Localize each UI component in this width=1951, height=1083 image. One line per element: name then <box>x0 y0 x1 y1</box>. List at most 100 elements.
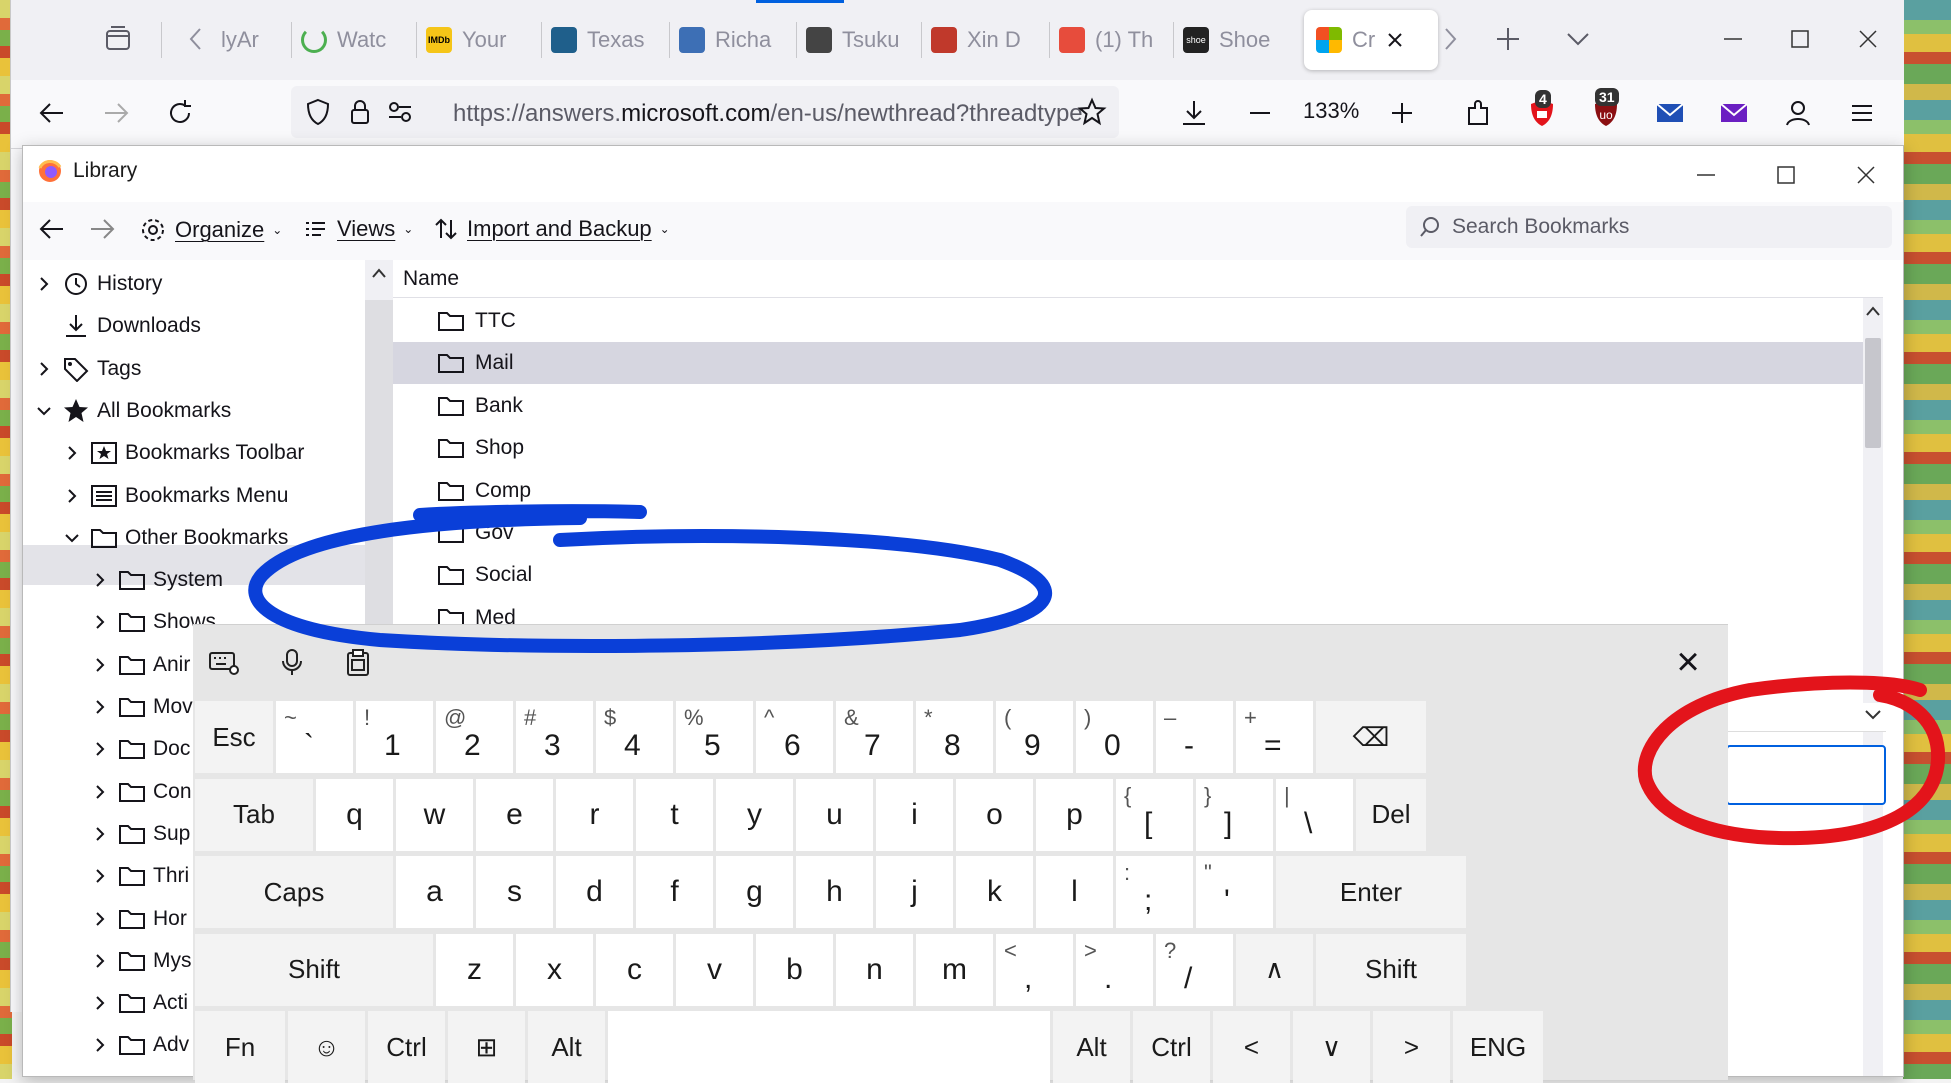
key-m[interactable]: m <box>916 933 993 1006</box>
chevron-down-icon[interactable] <box>61 527 83 549</box>
sidebar-item[interactable]: System <box>89 560 223 600</box>
back-icon[interactable] <box>35 96 69 130</box>
keyboard-close-icon[interactable]: × <box>1671 640 1705 684</box>
chevron-right-icon[interactable] <box>61 442 83 464</box>
chevron-right-icon[interactable] <box>89 908 111 930</box>
sidebar-item[interactable]: History <box>33 264 162 304</box>
microphone-icon[interactable] <box>275 645 309 679</box>
key-sym1-13[interactable]: | \ <box>1276 778 1353 851</box>
bookmark-star-icon[interactable] <box>1075 95 1109 129</box>
chevron-right-icon[interactable] <box>89 823 111 845</box>
lock-icon[interactable] <box>343 95 377 129</box>
key-l[interactable]: l <box>1036 856 1113 928</box>
permissions-icon[interactable] <box>383 95 417 129</box>
organize-menu[interactable]: Organize ⌄ <box>139 216 282 244</box>
account-icon[interactable] <box>1781 96 1815 130</box>
key-i[interactable]: i <box>876 778 953 851</box>
tab-5[interactable]: Richa <box>679 10 787 70</box>
key-c[interactable]: c <box>596 933 673 1006</box>
key-alt[interactable]: Alt <box>528 1011 605 1083</box>
scroll-up-icon[interactable] <box>371 266 387 280</box>
key-fn[interactable]: Fn <box>195 1011 285 1083</box>
key-x[interactable]: x <box>516 933 593 1006</box>
tab-6[interactable]: Tsuku <box>806 10 914 70</box>
tab-scroll-left-icon[interactable] <box>179 22 213 56</box>
tab-list-icon[interactable] <box>101 22 135 56</box>
key-7[interactable]: & 7 <box>836 701 913 773</box>
key-sym4-9[interactable]: ∨ <box>1293 1011 1370 1083</box>
key-eng[interactable]: ENG <box>1453 1011 1543 1083</box>
key-j[interactable]: j <box>876 856 953 928</box>
chevron-right-icon[interactable] <box>89 781 111 803</box>
key-alt[interactable]: Alt <box>1053 1011 1130 1083</box>
library-close-icon[interactable] <box>1849 158 1883 192</box>
key-ctrl[interactable]: Ctrl <box>368 1011 445 1083</box>
key-r[interactable]: r <box>556 778 633 851</box>
key-y[interactable]: y <box>716 778 793 851</box>
tab-3[interactable]: IMDb Your <box>426 10 534 70</box>
bookmark-folder-row[interactable]: Mail <box>393 342 1863 385</box>
key-sym1-12[interactable]: }] <box>1196 778 1273 851</box>
key-1[interactable]: ! 1 <box>356 701 433 773</box>
key-g[interactable]: g <box>716 856 793 928</box>
sidebar-item[interactable]: Tags <box>33 349 141 389</box>
key-sym4-8[interactable]: < <box>1213 1011 1290 1083</box>
chevron-right-icon[interactable] <box>89 865 111 887</box>
maximize-icon[interactable] <box>1783 22 1817 56</box>
extensions-icon[interactable] <box>1461 96 1495 130</box>
bookmark-folder-row[interactable]: Shop <box>393 427 1863 469</box>
key-sym2-10[interactable]: :; <box>1116 856 1193 928</box>
sidebar-item[interactable]: Downloads <box>33 306 201 346</box>
key-9[interactable]: (9 <box>996 701 1073 773</box>
sidebar-item[interactable]: Sup <box>89 814 190 854</box>
reload-icon[interactable] <box>163 96 197 130</box>
key-sym0-1[interactable]: ~ ` <box>276 701 353 773</box>
key-sym4-3[interactable]: ⊞ <box>448 1011 525 1083</box>
zoom-out-icon[interactable] <box>1243 96 1277 130</box>
bookmark-folder-row[interactable]: Comp <box>393 470 1863 512</box>
details-dropdown[interactable] <box>1726 703 1886 732</box>
key-o[interactable]: o <box>956 778 1033 851</box>
chevron-down-icon[interactable] <box>33 400 55 422</box>
sidebar-item[interactable]: Anir <box>89 645 190 685</box>
key-tab[interactable]: Tab <box>195 778 313 851</box>
tab-10[interactable]: Cr <box>1304 10 1438 70</box>
key-enter[interactable]: Enter <box>1276 856 1466 928</box>
key-k[interactable]: k <box>956 856 1033 928</box>
chevron-right-icon[interactable] <box>89 611 111 633</box>
new-tab-icon[interactable] <box>1491 22 1525 56</box>
tab-2[interactable]: Watc <box>301 10 409 70</box>
library-back-icon[interactable] <box>35 212 69 246</box>
bookmark-folder-row[interactable]: Gov <box>393 512 1863 554</box>
key-sym1-11[interactable]: {[ <box>1116 778 1193 851</box>
sidebar-item[interactable]: Acti <box>89 983 188 1023</box>
key-5[interactable]: % 5 <box>676 701 753 773</box>
chevron-right-icon[interactable] <box>89 992 111 1014</box>
list-scroll-thumb[interactable] <box>1865 338 1881 448</box>
list-scrollbar[interactable] <box>1863 298 1883 1076</box>
sidebar-item[interactable]: Mys <box>89 941 192 981</box>
library-maximize-icon[interactable] <box>1769 158 1803 192</box>
column-header-name[interactable]: Name <box>393 260 1883 298</box>
bookmark-folder-row[interactable]: TTC <box>393 300 1863 342</box>
details-input[interactable] <box>1726 745 1886 805</box>
key-sym0-14[interactable]: ⌫ <box>1316 701 1426 773</box>
key-h[interactable]: h <box>796 856 873 928</box>
tab-scroll-right-icon[interactable] <box>1433 22 1467 56</box>
sidebar-item[interactable]: Bookmarks Toolbar <box>61 433 304 473</box>
clipboard-icon[interactable] <box>341 645 375 679</box>
key-sym3-8[interactable]: <, <box>996 933 1073 1006</box>
key-2[interactable]: @2 <box>436 701 513 773</box>
key-q[interactable]: q <box>316 778 393 851</box>
bookmark-folder-row[interactable]: Bank <box>393 385 1863 427</box>
key-p[interactable]: p <box>1036 778 1113 851</box>
key-b[interactable]: b <box>756 933 833 1006</box>
key-a[interactable]: a <box>396 856 473 928</box>
chevron-right-icon[interactable] <box>89 1034 111 1056</box>
key-esc[interactable]: Esc <box>195 701 273 773</box>
chevron-right-icon[interactable] <box>89 950 111 972</box>
downloads-icon[interactable] <box>1177 96 1211 130</box>
close-tab-icon[interactable] <box>1385 30 1405 50</box>
key-t[interactable]: t <box>636 778 713 851</box>
key-f[interactable]: f <box>636 856 713 928</box>
